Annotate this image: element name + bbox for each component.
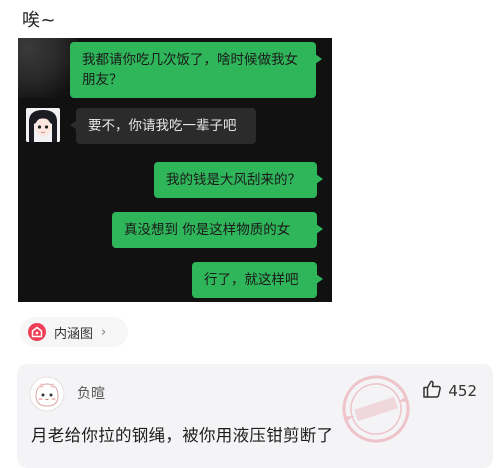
anime-avatar-icon bbox=[26, 108, 60, 142]
post-title: 唉~ bbox=[22, 10, 57, 31]
like-button[interactable]: 452 bbox=[422, 379, 477, 403]
chat-message: 我都请你吃几次饭了，啥时候做我女朋友？ bbox=[70, 42, 322, 98]
related-tag-icon bbox=[28, 323, 46, 341]
related-tag-label: 内涵图 bbox=[54, 326, 94, 342]
commenter-avatar-icon[interactable] bbox=[29, 376, 65, 412]
chat-message: 我的钱是大风刮来的？ bbox=[154, 162, 323, 198]
chevron-right-icon: › bbox=[101, 324, 107, 340]
chat-message: 真没想到 你是这样物质的女 bbox=[112, 212, 323, 248]
top-comment-card: 负暄 452 月老给你拉的钢绳，被你用液压钳剪断了 bbox=[17, 364, 493, 468]
chat-message: 要不，你请我吃一辈子吧 bbox=[70, 108, 256, 144]
chat-screenshot: 我都请你吃几次饭了，啥时候做我女朋友？ 要不，你请我吃一辈子吧 我的钱是大风刮来… bbox=[18, 38, 332, 302]
comment-text: 月老给你拉的钢绳，被你用液压钳剪断了 bbox=[31, 426, 334, 445]
corner-shadow bbox=[18, 38, 78, 98]
chat-message: 行了，就这样吧 bbox=[192, 262, 323, 298]
watermark-stamp-icon bbox=[337, 370, 415, 448]
commenter-name[interactable]: 负暄 bbox=[77, 383, 105, 403]
like-count: 452 bbox=[448, 382, 477, 400]
thumbs-up-icon bbox=[422, 379, 442, 403]
related-tag-chip[interactable]: 内涵图 › bbox=[20, 317, 128, 347]
